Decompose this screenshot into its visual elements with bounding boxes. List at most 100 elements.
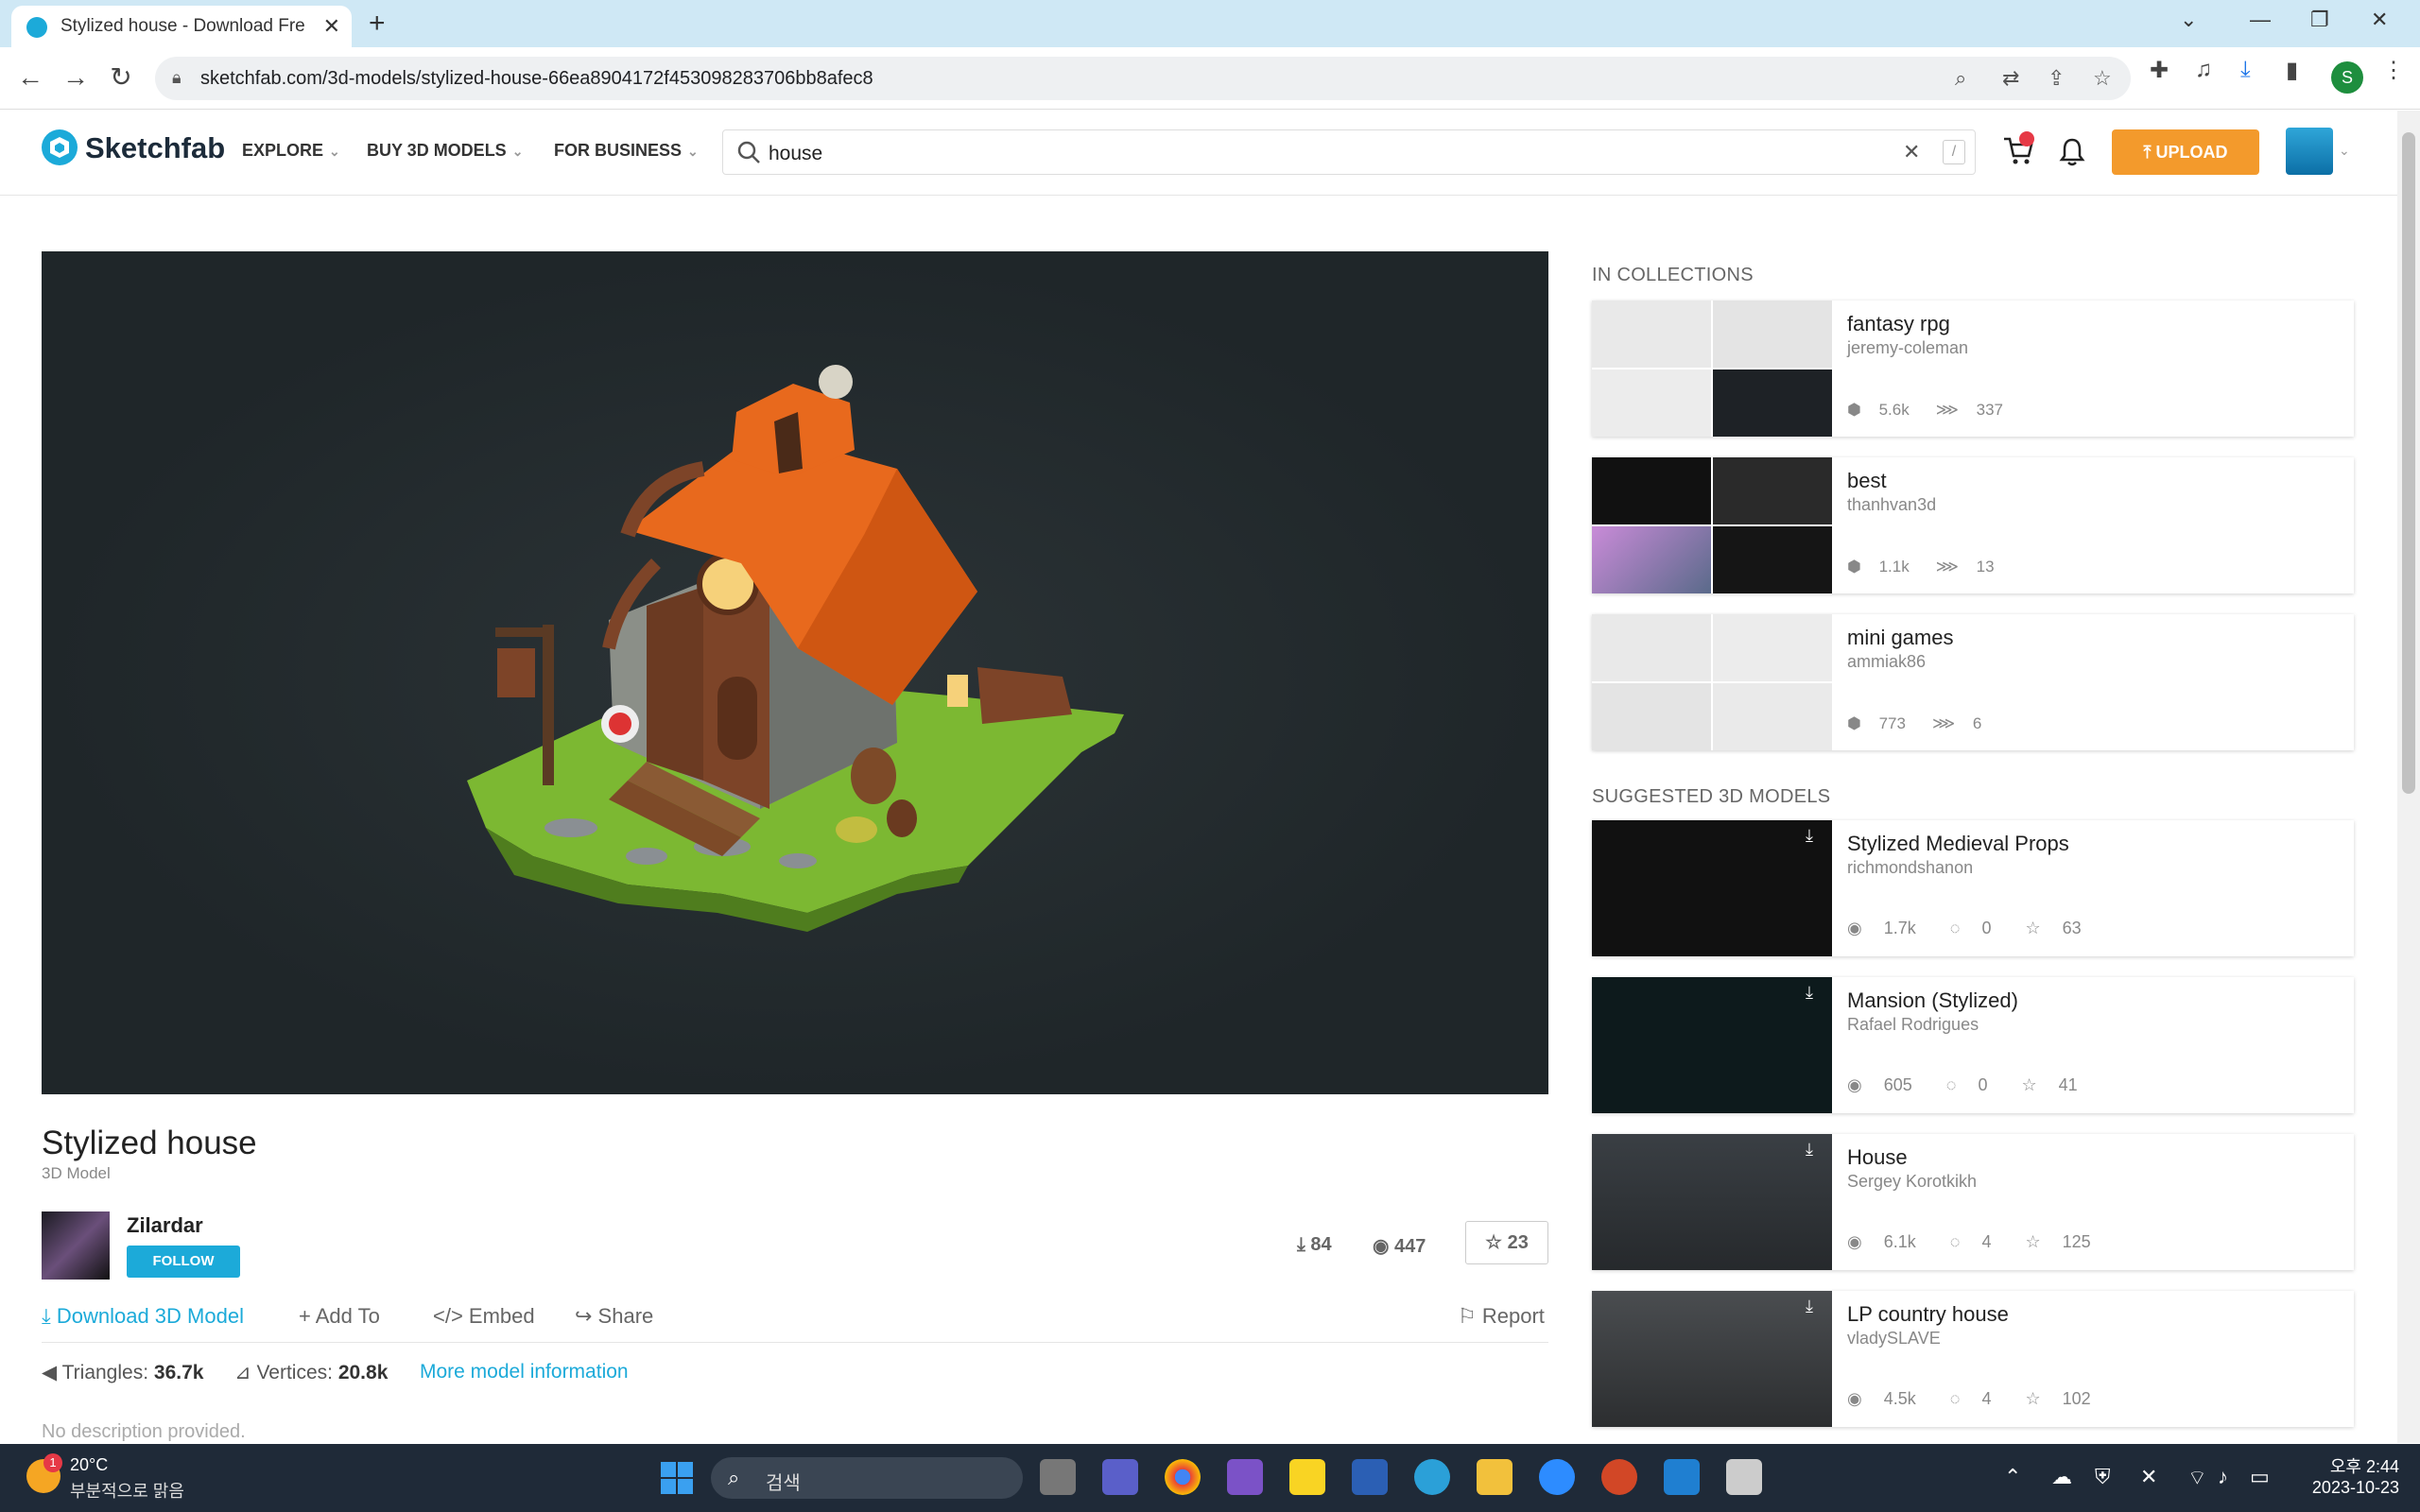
collection-card[interactable]: mini games ammiak86 ⬢ 773 ⋙ 6 bbox=[1592, 614, 2354, 750]
embed-button[interactable]: </> Embed bbox=[433, 1304, 535, 1329]
defender-icon[interactable]: ⛨ bbox=[2095, 1465, 2111, 1489]
sketchfab-favicon-icon bbox=[26, 17, 47, 38]
author-avatar[interactable] bbox=[42, 1211, 110, 1280]
vscode-icon[interactable] bbox=[1664, 1459, 1700, 1495]
share-button[interactable]: ↪ Share bbox=[575, 1304, 653, 1329]
browser-menu-icon[interactable]: ⋮ bbox=[2382, 57, 2405, 84]
suggested-model-name[interactable]: House bbox=[1847, 1145, 1908, 1170]
address-bar[interactable]: 🔒︎ sketchfab.com/3d-models/stylized-hous… bbox=[155, 57, 2131, 100]
suggested-model-owner[interactable]: vladySLAVE bbox=[1847, 1329, 1941, 1349]
collection-name[interactable]: mini games bbox=[1847, 626, 1953, 650]
nav-for-business[interactable]: FOR BUSINESS ⌄ bbox=[554, 141, 699, 161]
collection-name[interactable]: best bbox=[1847, 469, 1887, 493]
search-input[interactable]: house ✕ / bbox=[722, 129, 1976, 175]
zoom-icon[interactable]: ⌕ bbox=[1955, 66, 1966, 91]
edge-icon[interactable] bbox=[1414, 1459, 1450, 1495]
suggested-model-name[interactable]: LP country house bbox=[1847, 1302, 2009, 1327]
search-value[interactable]: house bbox=[769, 143, 822, 165]
minimize-button[interactable]: — bbox=[2250, 8, 2271, 32]
collection-card[interactable]: best thanhvan3d ⬢ 1.1k ⋙ 13 bbox=[1592, 457, 2354, 593]
browser-tab[interactable]: Stylized house - Download Fre ✕ bbox=[11, 6, 352, 47]
add-to-button[interactable]: + Add To bbox=[299, 1304, 380, 1329]
author-name[interactable]: Zilardar bbox=[127, 1213, 203, 1238]
kakaotalk-icon[interactable] bbox=[1289, 1459, 1325, 1495]
volume-icon[interactable]: ♪ bbox=[2218, 1465, 2228, 1489]
upload-button[interactable]: ⤒ UPLOAD bbox=[2112, 129, 2259, 175]
download-model-link[interactable]: ⤓ Download 3D Model bbox=[42, 1304, 244, 1329]
collection-name[interactable]: fantasy rpg bbox=[1847, 312, 1950, 336]
chevron-down-icon[interactable]: ⌄ bbox=[2339, 143, 2350, 159]
windows-taskbar: 1 20°C 부분적으로 맑음 ⌕ 검색 ⌃ ☁ ⛨ ✕ ⌔ ♪ ▭ 오후 2:… bbox=[0, 1444, 2420, 1512]
teams-icon[interactable] bbox=[1102, 1459, 1138, 1495]
restore-button[interactable]: ❐ bbox=[2310, 8, 2329, 32]
visual-studio-icon[interactable] bbox=[1227, 1459, 1263, 1495]
task-view-icon[interactable] bbox=[1040, 1459, 1076, 1495]
tray-close-icon[interactable]: ✕ bbox=[2140, 1465, 2157, 1489]
word-icon[interactable] bbox=[1352, 1459, 1388, 1495]
translate-icon[interactable]: ⇄ bbox=[2002, 66, 2019, 91]
logo-text[interactable]: Sketchfab bbox=[85, 131, 225, 165]
suggested-model-card[interactable]: ⤓ Mansion (Stylized) Rafael Rodrigues ◉ … bbox=[1592, 977, 2354, 1113]
nav-explore[interactable]: EXPLORE ⌄ bbox=[242, 141, 340, 161]
notifications-bell-icon[interactable] bbox=[2059, 137, 2085, 167]
collection-owner[interactable]: ammiak86 bbox=[1847, 652, 1926, 672]
reload-icon[interactable]: ↻ bbox=[104, 60, 138, 94]
onedrive-icon[interactable]: ☁ bbox=[2051, 1465, 2072, 1489]
clear-search-icon[interactable]: ✕ bbox=[1903, 140, 1920, 164]
powerpoint-icon[interactable] bbox=[1601, 1459, 1637, 1495]
collection-model-count: 5.6k bbox=[1878, 401, 1910, 419]
suggested-model-owner[interactable]: richmondshanon bbox=[1847, 858, 1973, 878]
weather-description[interactable]: 부분적으로 맑음 bbox=[70, 1478, 184, 1503]
chrome-icon[interactable] bbox=[1165, 1459, 1201, 1495]
downloads-icon[interactable]: ⤓ bbox=[2240, 57, 2251, 83]
sketchfab-logo-icon[interactable] bbox=[42, 129, 78, 165]
tray-overflow-chevron-icon[interactable]: ⌃ bbox=[2004, 1465, 2021, 1489]
suggested-model-card[interactable]: ⤓ House Sergey Korotkikh ◉ 6.1k ◌ 4 ☆ 125 bbox=[1592, 1134, 2354, 1270]
clock-date[interactable]: 2023-10-23 bbox=[2297, 1478, 2399, 1498]
thumb-quad bbox=[1713, 526, 1832, 593]
profile-avatar[interactable]: S bbox=[2331, 61, 2363, 94]
model-viewer[interactable] bbox=[42, 251, 1548, 1094]
snipping-tool-icon[interactable] bbox=[1726, 1459, 1762, 1495]
tab-close-icon[interactable]: ✕ bbox=[323, 14, 340, 39]
media-control-icon[interactable]: ♫ bbox=[2195, 57, 2212, 83]
collection-card[interactable]: fantasy rpg jeremy-coleman ⬢ 5.6k ⋙ 337 bbox=[1592, 301, 2354, 437]
weather-temperature[interactable]: 20°C bbox=[70, 1455, 108, 1475]
more-model-info-link[interactable]: More model information bbox=[420, 1361, 629, 1383]
collection-owner[interactable]: jeremy-coleman bbox=[1847, 338, 1968, 358]
zoom-app-icon[interactable] bbox=[1539, 1459, 1575, 1495]
share-page-icon[interactable]: ⇪ bbox=[2048, 66, 2065, 91]
report-button[interactable]: ⚐ Report bbox=[1458, 1304, 1545, 1329]
wifi-icon[interactable]: ⌔ bbox=[2187, 1465, 2207, 1491]
window-close-button[interactable]: ✕ bbox=[2371, 8, 2388, 32]
clock-time[interactable]: 오후 2:44 bbox=[2314, 1453, 2399, 1478]
suggested-model-name[interactable]: Stylized Medieval Props bbox=[1847, 832, 2069, 856]
vertices-count: ⊿ Vertices: 20.8k bbox=[234, 1361, 388, 1384]
back-icon[interactable]: ← bbox=[13, 60, 47, 94]
file-explorer-icon[interactable] bbox=[1477, 1459, 1512, 1495]
suggested-model-card[interactable]: ⤓ Stylized Medieval Props richmondshanon… bbox=[1592, 820, 2354, 956]
suggested-model-owner[interactable]: Sergey Korotkikh bbox=[1847, 1172, 1977, 1192]
taskbar-search-label: 검색 bbox=[766, 1473, 801, 1494]
suggested-model-card[interactable]: ⤓ LP country house vladySLAVE ◉ 4.5k ◌ 4 ☆… bbox=[1592, 1291, 2354, 1427]
user-avatar[interactable] bbox=[2286, 128, 2333, 175]
url-text[interactable]: sketchfab.com/3d-models/stylized-house-6… bbox=[200, 68, 873, 90]
windows-start-icon[interactable] bbox=[660, 1461, 694, 1495]
tab-search-chevron-icon[interactable]: ⌄ bbox=[2180, 8, 2197, 32]
nav-buy-models[interactable]: BUY 3D MODELS ⌄ bbox=[367, 141, 523, 161]
follow-button[interactable]: FOLLOW bbox=[127, 1246, 240, 1278]
extensions-icon[interactable]: ✚ bbox=[2150, 57, 2169, 84]
scrollbar-thumb[interactable] bbox=[2402, 132, 2415, 794]
forward-icon[interactable]: → bbox=[59, 60, 93, 94]
like-button[interactable]: ☆ 23 bbox=[1465, 1221, 1548, 1264]
battery-icon[interactable]: ▭ bbox=[2250, 1465, 2270, 1489]
collection-follower-count: 6 bbox=[1972, 714, 1982, 732]
suggested-model-name[interactable]: Mansion (Stylized) bbox=[1847, 988, 2018, 1013]
share-label: Share bbox=[597, 1304, 654, 1328]
bookmark-star-icon[interactable]: ☆ bbox=[2093, 66, 2112, 91]
taskbar-search[interactable]: ⌕ 검색 bbox=[711, 1457, 1023, 1499]
new-tab-button[interactable]: + bbox=[369, 8, 386, 40]
collection-owner[interactable]: thanhvan3d bbox=[1847, 495, 1936, 515]
suggested-model-owner[interactable]: Rafael Rodrigues bbox=[1847, 1015, 1979, 1035]
side-panel-icon[interactable]: ▮ bbox=[2286, 57, 2298, 84]
